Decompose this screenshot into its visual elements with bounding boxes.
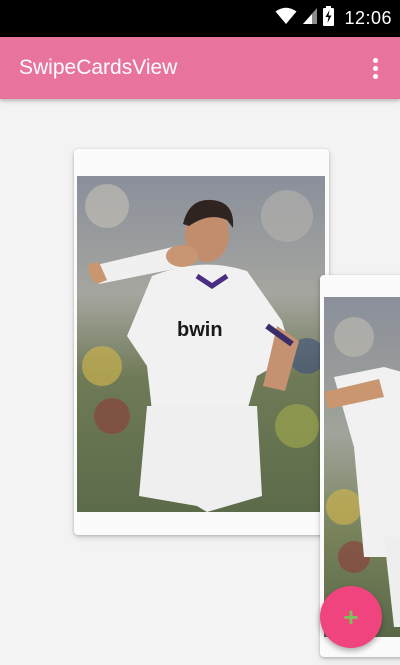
card-photo	[324, 297, 400, 637]
wifi-icon	[275, 7, 297, 30]
battery-charging-icon	[323, 6, 335, 31]
status-time: 12:06	[344, 8, 392, 28]
signal-icon	[303, 8, 318, 29]
add-button[interactable]: +	[320, 586, 382, 648]
status-icons: 12:06	[275, 0, 392, 37]
app-bar: SwipeCardsView	[0, 37, 400, 99]
app-title: SwipeCardsView	[19, 56, 178, 79]
swipe-card[interactable]: bwin	[74, 149, 329, 535]
status-bar: 12:06	[0, 0, 400, 37]
add-icon: +	[343, 602, 359, 632]
card-photo: bwin	[77, 176, 325, 512]
overflow-menu-button[interactable]	[364, 55, 386, 81]
svg-text:bwin: bwin	[177, 319, 223, 341]
overflow-menu-icon	[372, 57, 378, 63]
